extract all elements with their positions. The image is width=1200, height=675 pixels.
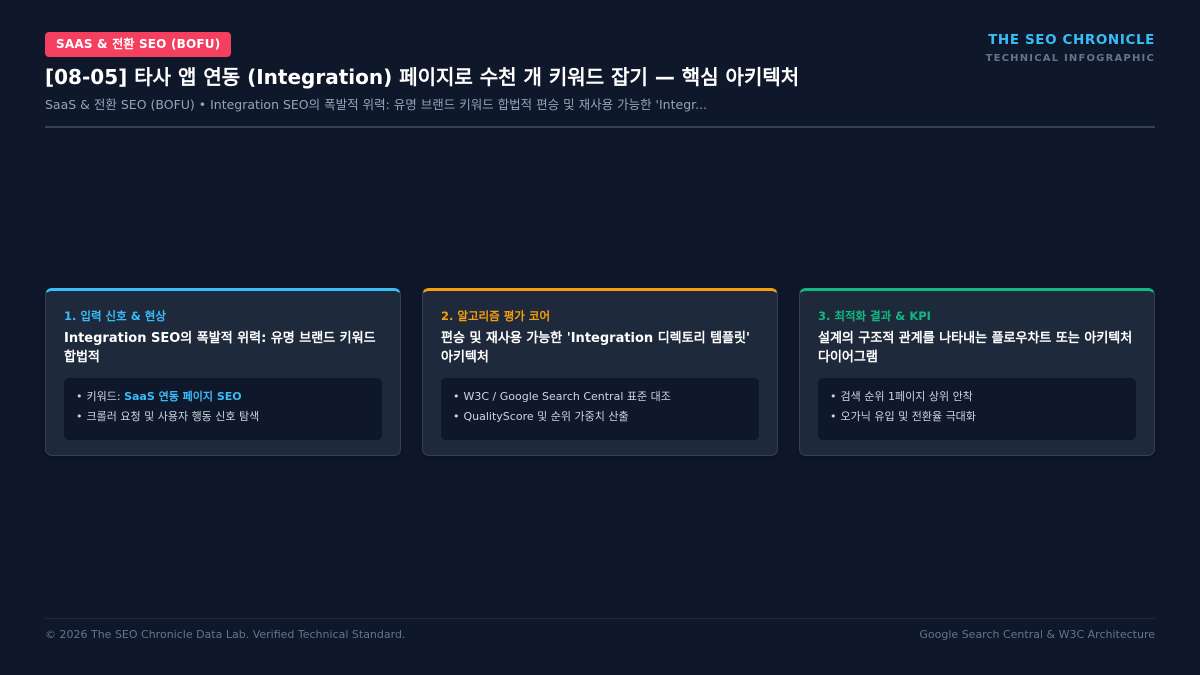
- bullet-prefix: 키워드:: [86, 390, 125, 403]
- bullet-dot-icon: •: [76, 410, 83, 423]
- bullet-text: QualityScore 및 순위 가중치 산출: [463, 410, 629, 423]
- page-subtitle: SaaS & 전환 SEO (BOFU) • Integration SEO의 …: [45, 97, 708, 112]
- keyword-highlight: SaaS 연동 페이지 SEO: [124, 390, 242, 403]
- card-row: 1. 입력 신호 & 현상 Integration SEO의 폭발적 위력: 유…: [45, 288, 1155, 456]
- bullet-text: W3C / Google Search Central 표준 대조: [463, 390, 671, 403]
- card-step-label: 1. 입력 신호 & 현상: [64, 309, 166, 323]
- bullet-dot-icon: •: [76, 390, 83, 403]
- card-bullet-box: • 검색 순위 1페이지 상위 안착 • 오가닉 유입 및 전환율 극대화: [818, 378, 1136, 440]
- footer-copyright: © 2026 The SEO Chronicle Data Lab. Verif…: [45, 628, 406, 641]
- brand-name: THE SEO CHRONICLE: [988, 32, 1155, 48]
- card-bullet-box: • W3C / Google Search Central 표준 대조 • Qual…: [441, 378, 759, 440]
- bullet-item: • W3C / Google Search Central 표준 대조: [453, 387, 747, 407]
- bullet-dot-icon: •: [830, 390, 837, 403]
- card-step-label: 2. 알고리즘 평가 코어: [441, 309, 551, 323]
- card-results-kpi: 3. 최적화 결과 & KPI 설계의 구조적 관계를 나타내는 플로우차트 또…: [799, 288, 1155, 456]
- card-algorithm-core: 2. 알고리즘 평가 코어 편승 및 재사용 가능한 'Integration …: [422, 288, 778, 456]
- card-heading: Integration SEO의 폭발적 위력: 유명 브랜드 키워드 합법적: [64, 331, 376, 365]
- bullet-text: 검색 순위 1페이지 상위 안착: [840, 390, 973, 403]
- footer-divider: [45, 618, 1155, 619]
- bullet-dot-icon: •: [453, 390, 460, 403]
- header-divider: [45, 126, 1155, 128]
- bullet-dot-icon: •: [453, 410, 460, 423]
- bullet-item: • 크롤러 요청 및 사용자 행동 신호 탐색: [76, 407, 370, 427]
- bullet-item: • 검색 순위 1페이지 상위 안착: [830, 387, 1124, 407]
- bullet-item: • 키워드: SaaS 연동 페이지 SEO: [76, 387, 370, 407]
- bullet-item: • QualityScore 및 순위 가중치 산출: [453, 407, 747, 427]
- card-heading: 설계의 구조적 관계를 나타내는 플로우차트 또는 아키텍처 다이어그램: [818, 331, 1133, 365]
- bullet-text: 오가닉 유입 및 전환율 극대화: [840, 410, 976, 423]
- footer-source: Google Search Central & W3C Architecture: [919, 628, 1155, 641]
- page-title: [08-05] 타사 앱 연동 (Integration) 페이지로 수천 개 …: [45, 65, 800, 89]
- category-badge: SAAS & 전환 SEO (BOFU): [45, 32, 232, 57]
- bullet-item: • 오가닉 유입 및 전환율 극대화: [830, 407, 1124, 427]
- bullet-dot-icon: •: [830, 410, 837, 423]
- card-heading: 편승 및 재사용 가능한 'Integration 디렉토리 템플릿' 아키텍처: [441, 331, 750, 365]
- card-step-label: 3. 최적화 결과 & KPI: [818, 309, 931, 323]
- brand-block: THE SEO CHRONICLE TECHNICAL INFOGRAPHIC: [986, 32, 1155, 64]
- bullet-text: 크롤러 요청 및 사용자 행동 신호 탐색: [86, 410, 260, 423]
- card-input-signals: 1. 입력 신호 & 현상 Integration SEO의 폭발적 위력: 유…: [45, 288, 401, 456]
- card-bullet-box: • 키워드: SaaS 연동 페이지 SEO • 크롤러 요청 및 사용자 행동 신…: [64, 378, 382, 440]
